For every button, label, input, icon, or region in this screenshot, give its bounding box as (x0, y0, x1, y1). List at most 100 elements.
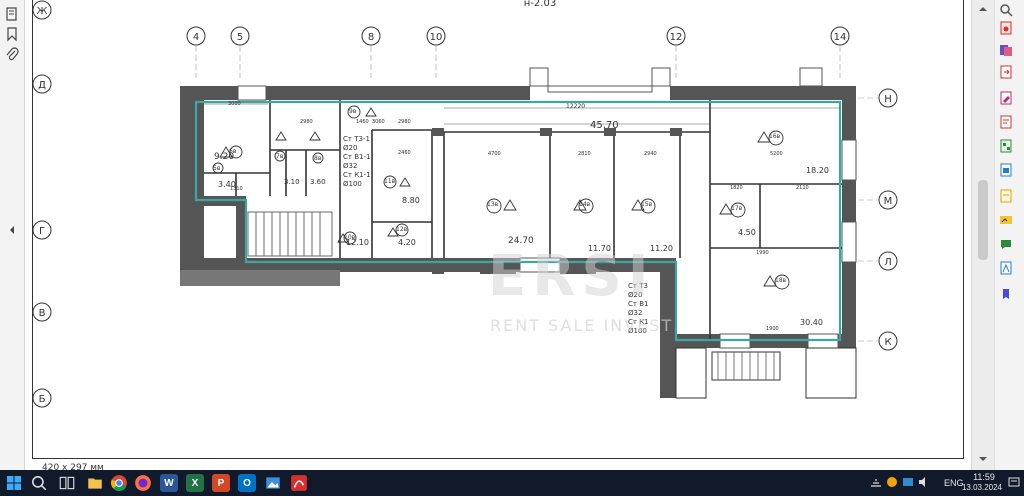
wall-east (842, 86, 856, 342)
dim-3000: 3000 (228, 101, 241, 107)
balcony-n-post-2 (651, 67, 671, 87)
riser-note-a: Ст Т3-1 Ø20 Ст В1-1 Ø32 Ст К1-1 Ø100 (343, 135, 371, 188)
scrollbar-thumb[interactable] (978, 180, 988, 260)
dimension-total: 45.70 (590, 120, 619, 131)
wall-north (180, 86, 856, 100)
image-viewer-icon[interactable] (264, 474, 282, 492)
edit-pdf-icon[interactable] (998, 90, 1014, 106)
comment-icon[interactable] (998, 114, 1014, 130)
dim-2110: 2110 (796, 185, 809, 191)
room-tag-7v: 7в (276, 153, 284, 160)
fill-sign-icon[interactable] (998, 212, 1014, 228)
balcony-n-post-1 (529, 67, 549, 87)
more-tools-icon[interactable] (998, 286, 1014, 302)
room-tag-9v: 9в (349, 108, 357, 115)
clock-date[interactable]: 13.03.2024 (960, 483, 1004, 492)
task-view-icon[interactable] (58, 474, 76, 492)
room-area-6v: 9.20 (214, 152, 235, 162)
watermark-tagline: RENT SALE INVEST (490, 316, 674, 335)
room-area-11v: 8.80 (402, 196, 420, 205)
dim-1900: 1900 (766, 326, 779, 332)
grid-label-b: Б (39, 394, 46, 405)
excel-icon[interactable]: X (186, 474, 204, 492)
wall-west (180, 86, 204, 284)
room-tag-5v: 5в (213, 165, 221, 172)
tray-volume-icon[interactable] (918, 476, 930, 488)
tray-network-icon[interactable] (870, 476, 882, 488)
room-tag-15v: 15в (641, 201, 653, 208)
grid-label-5: 5 (237, 32, 243, 43)
room-tag-17v: 17в (731, 205, 743, 212)
room-area-10v: 12.10 (346, 238, 369, 247)
dim-2980: 2980 (300, 119, 313, 125)
wall-stair-west (236, 196, 246, 266)
dim-1310: 1310 (230, 186, 243, 192)
balcony-ne-post (799, 67, 823, 87)
dim-2940: 2940 (644, 151, 657, 157)
room-area-12v: 4.20 (398, 238, 416, 247)
dim-1990: 1990 (756, 250, 769, 256)
window-n-2 (547, 85, 653, 93)
tray-app-icon-1[interactable] (886, 476, 898, 488)
room-tag-16v: 16в (769, 133, 781, 140)
create-pdf-icon[interactable] (998, 20, 1014, 36)
dim-1820: 1820 (730, 185, 743, 191)
window-e-2 (841, 221, 857, 263)
dim-2460: 2460 (398, 150, 411, 156)
dim-5200: 5200 (770, 151, 783, 157)
scan-ocr-icon[interactable] (998, 162, 1014, 178)
entrance-stair (711, 351, 781, 381)
room-tag-12v: 12в (396, 226, 408, 233)
room-tag-11v: 11в (384, 178, 396, 185)
room-area-7v: 3.10 (284, 178, 300, 186)
acrobat-icon[interactable] (290, 474, 308, 492)
dim-1460: 1460 (356, 119, 369, 125)
wall-stub-sw (180, 270, 340, 286)
clock-time[interactable]: 11:59 (965, 472, 1003, 482)
chrome-icon[interactable] (110, 474, 128, 492)
grid-label-12: 12 (670, 32, 683, 43)
export-pdf-icon[interactable] (998, 64, 1014, 80)
room-area-8v: 3.60 (310, 178, 326, 186)
room-tag-18v: 18в (775, 277, 787, 284)
grid-label-m: М (884, 196, 893, 207)
bay-sw (675, 347, 707, 399)
grid-label-l: Л (884, 257, 892, 268)
scroll-up-icon[interactable] (978, 4, 988, 14)
protect-icon[interactable] (998, 188, 1014, 204)
enhance-scan-icon[interactable] (998, 260, 1014, 276)
outlook-icon[interactable]: O (238, 474, 256, 492)
window-n-1 (237, 85, 267, 101)
powerpoint-icon[interactable]: P (212, 474, 230, 492)
room-tag-8v: 8в (314, 155, 322, 162)
file-explorer-icon[interactable] (86, 474, 104, 492)
bay-se (805, 347, 857, 399)
room-area-16v: 18.20 (806, 166, 829, 175)
scroll-down-icon[interactable] (978, 454, 988, 464)
grid-label-n: Н (884, 94, 892, 105)
grid-label-k: К (884, 337, 891, 348)
vertical-scrollbar[interactable] (972, 0, 995, 470)
grid-label-10: 10 (430, 32, 443, 43)
room-tag-14v: 14в (579, 201, 591, 208)
windows-start-icon[interactable] (6, 475, 22, 491)
notifications-icon[interactable] (1008, 476, 1020, 488)
watermark-logo: ERSI (488, 244, 655, 309)
organize-pages-icon[interactable] (998, 138, 1014, 154)
search-icon[interactable] (998, 2, 1014, 18)
firefox-icon[interactable] (134, 474, 152, 492)
send-sign-icon[interactable] (998, 236, 1014, 252)
room-tag-13v: 13в (487, 201, 499, 208)
grid-label-14: 14 (834, 32, 847, 43)
grid-label-8: 8 (368, 32, 374, 43)
word-icon[interactable]: W (160, 474, 178, 492)
grid-label-zh: Ж (37, 6, 48, 17)
dim-4700: 4700 (488, 151, 501, 157)
grid-label-g: Г (39, 226, 45, 237)
tray-app-icon-2[interactable] (902, 476, 914, 488)
grid-label-d: Д (38, 80, 46, 91)
taskbar-search-icon[interactable] (30, 474, 48, 492)
grid-label-4: 4 (193, 32, 199, 43)
right-tools-panel (971, 0, 1024, 470)
combine-files-icon[interactable] (998, 42, 1014, 58)
